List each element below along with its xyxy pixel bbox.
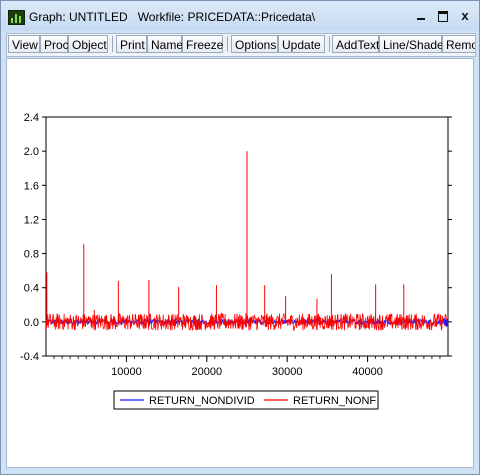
x-tick-label: 30000 [272,366,303,378]
toolbar-separator [112,36,113,52]
y-tick-label: 0.4 [24,283,39,295]
toolbar-separator [329,36,330,52]
y-tick-label: -0.4 [20,351,39,363]
maximize-icon [438,11,448,22]
line-shade-button[interactable]: Line/Shade [379,35,444,53]
y-tick-label: 1.2 [24,214,39,226]
toolbar-separator [227,36,228,52]
legend-label: RETURN_NONF [293,395,376,407]
options-button[interactable]: Options [231,35,278,53]
graph-area: -0.4 0.0 0.4 0.8 1.2 1.6 2.0 2.4 10000 20000 30000… [6,58,474,468]
freeze-button[interactable]: Freeze [182,35,223,53]
y-tick-label: 2.0 [24,146,39,158]
graph-window: Graph: UNTITLED Workfile: PRICEDATA::Pri… [0,0,480,475]
x-tick-label: 40000 [352,366,383,378]
print-button[interactable]: Print [116,35,147,53]
y-tick-label: 2.4 [24,112,39,124]
remove-button[interactable]: Remo [442,35,475,53]
title-bar[interactable]: Graph: UNTITLED Workfile: PRICEDATA::Pri… [1,1,479,31]
close-button[interactable]: x [457,8,473,24]
view-button[interactable]: View [8,35,40,53]
graph-app-icon [8,10,25,25]
line-chart: -0.4 0.0 0.4 0.8 1.2 1.6 2.0 2.4 10000 20000 30000… [20,112,452,410]
proc-button[interactable]: Proc [40,35,69,53]
object-button[interactable]: Object [68,35,108,53]
window-title: Graph: UNTITLED Workfile: PRICEDATA::Pri… [29,10,316,24]
minimize-icon [417,18,425,20]
addtext-button[interactable]: AddText [332,35,379,53]
x-tick-label: 20000 [191,366,222,378]
x-tick-label: 10000 [111,366,142,378]
graph-toolbar: View Proc Object Print Name Freeze Optio… [6,33,476,57]
y-tick-label: 1.6 [24,180,39,192]
maximize-button[interactable] [435,8,451,24]
update-button[interactable]: Update [278,35,325,53]
name-button[interactable]: Name [147,35,183,53]
minimize-button[interactable] [413,8,429,24]
legend-label: RETURN_NONDIVID [149,395,255,407]
y-tick-label: 0.8 [24,249,39,261]
y-tick-label: 0.0 [24,317,39,329]
